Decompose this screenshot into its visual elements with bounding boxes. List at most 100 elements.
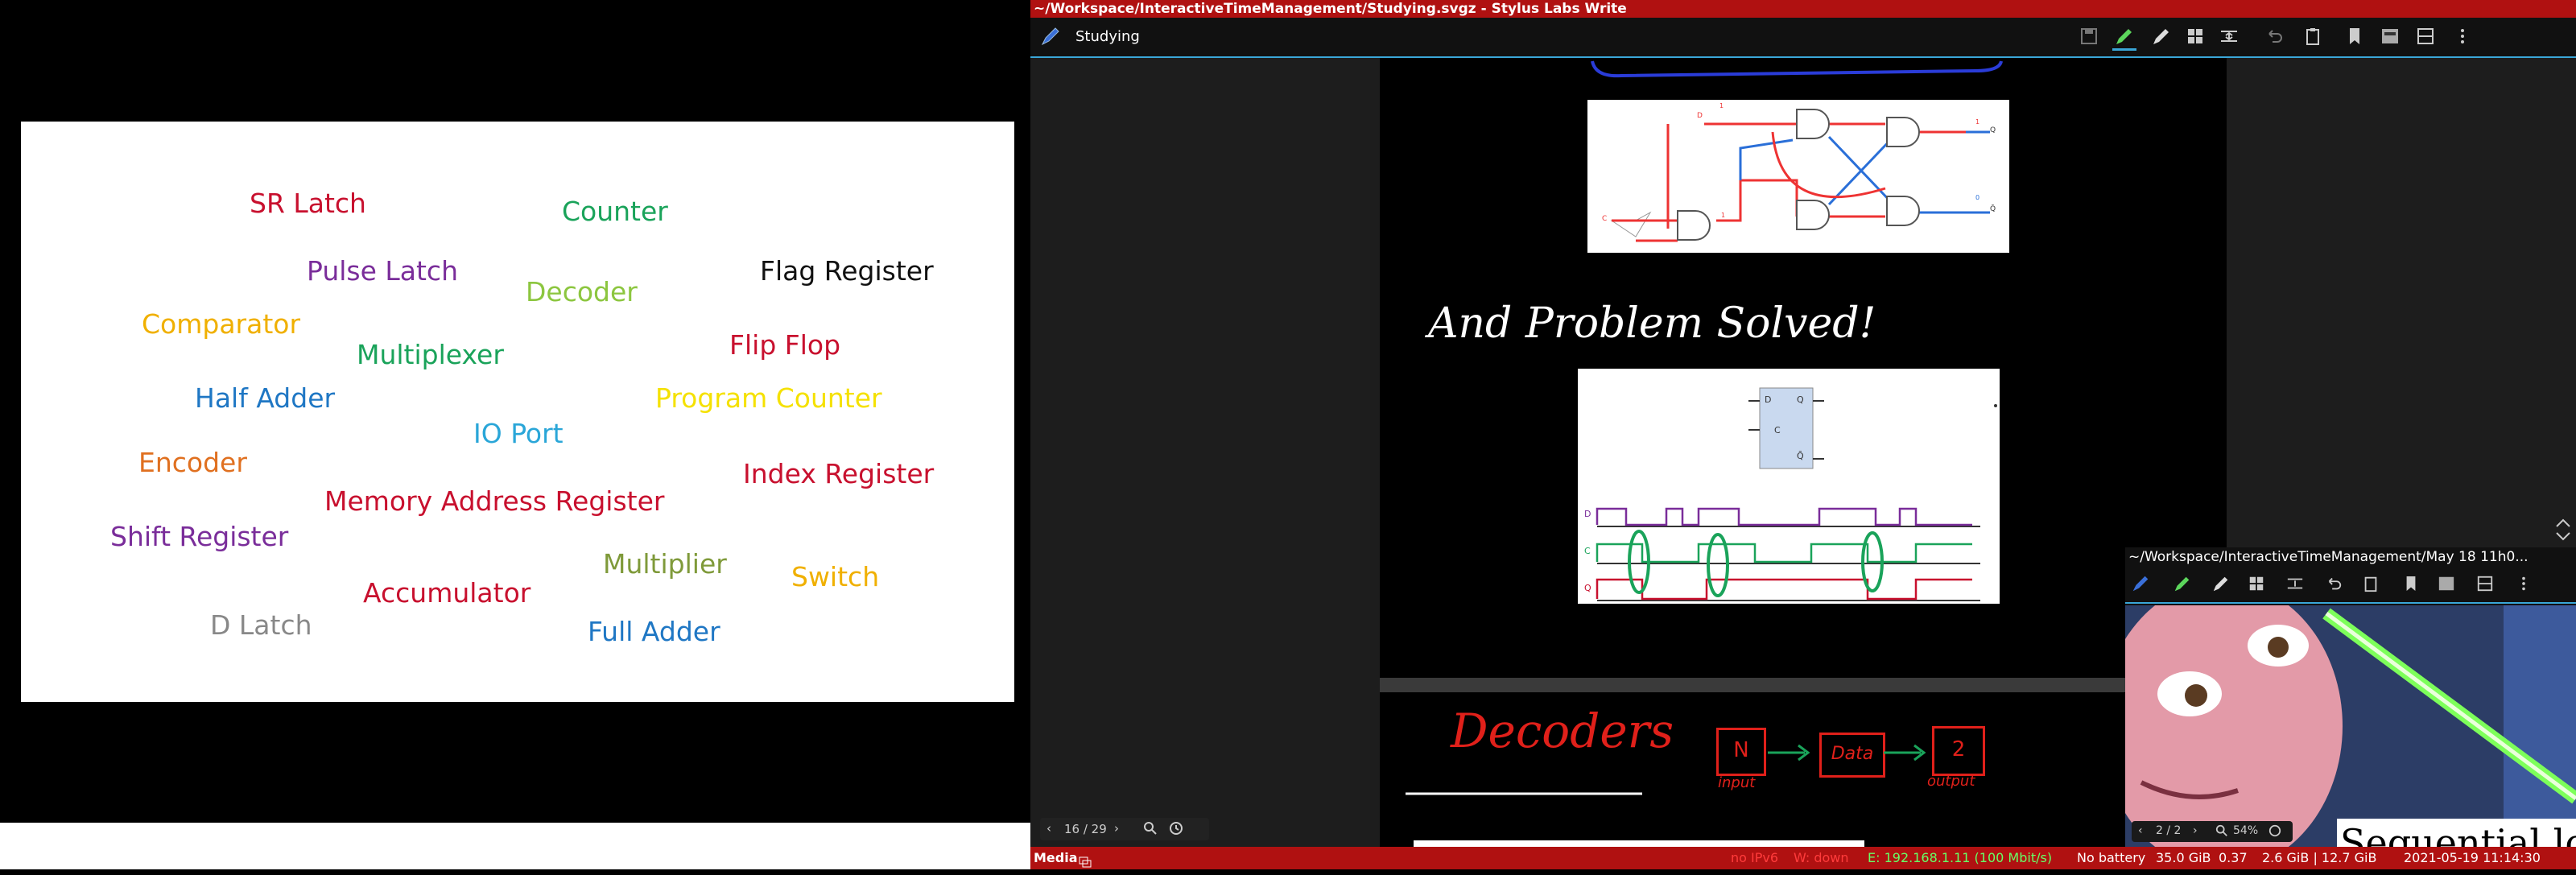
document-title: Studying xyxy=(1075,28,1140,45)
hw-label-output: output xyxy=(1927,773,1975,790)
bookmark-icon[interactable] xyxy=(2343,24,2367,48)
word-12: Index Register xyxy=(743,458,935,489)
mini-zoom-icon[interactable] xyxy=(2215,824,2228,840)
split-view-icon[interactable] xyxy=(2413,24,2438,48)
status-ethernet: E: 192.168.1.11 (100 Mbit/s) xyxy=(1868,850,2053,865)
mini-slide-image[interactable]: Sequential logic xyxy=(2125,605,2576,847)
mini-zoom-level: 54% xyxy=(2233,824,2259,837)
clock-icon[interactable] xyxy=(1169,821,1183,839)
flipflop-circuit-image: D 1 C 1 Q 1 Q̄ 0 xyxy=(1587,100,2009,253)
handwritten-decoders: Decoders xyxy=(1451,704,1674,758)
mini-select-icon[interactable] xyxy=(2244,572,2268,596)
page-counter: 16 / 29 xyxy=(1064,822,1107,836)
word-15: Multiplier xyxy=(603,548,727,580)
insert-space-icon[interactable] xyxy=(2217,24,2241,48)
status-wifi: W: down xyxy=(1794,850,1849,865)
hw-label-input: input xyxy=(1718,774,1756,791)
status-datetime: 2021-05-19 11:14:30 xyxy=(2404,850,2541,865)
row-label-c: C xyxy=(1584,546,1591,556)
mini-menu-pen-icon[interactable] xyxy=(2128,572,2153,596)
block-label-q: Q xyxy=(1797,394,1804,405)
word-16: Switch xyxy=(791,561,880,592)
circuit-val-qbar: 0 xyxy=(1975,194,1979,201)
status-media[interactable]: Media xyxy=(1034,847,1078,869)
mini-window-title: ~/Workspace/InteractiveTimeManagement/Ma… xyxy=(2125,547,2576,567)
mini-undo-icon[interactable] xyxy=(2322,572,2346,596)
page-separator xyxy=(1380,678,2227,692)
circuit-label-d: D xyxy=(1697,112,1703,120)
circuit-label-q: Q xyxy=(1990,126,1996,134)
notebook-page-16[interactable]: D 1 C 1 Q 1 Q̄ 0 And Problem Solved! D Q… xyxy=(1380,58,2227,678)
block-label-qbar: Q̄ xyxy=(1797,451,1804,461)
mini-overflow-icon[interactable] xyxy=(2512,572,2536,596)
save-icon[interactable] xyxy=(2077,24,2101,48)
mini-page-navigator: ‹ 2 / 2 › 54% xyxy=(2132,821,2293,842)
word-19: Full Adder xyxy=(588,616,720,647)
circuit-label-qbar: Q̄ xyxy=(1990,204,1996,213)
pen-tool-icon[interactable] xyxy=(2112,24,2136,51)
prev-page-icon[interactable]: ‹ xyxy=(1046,821,1051,836)
overflow-menu-icon[interactable] xyxy=(2450,24,2475,48)
status-load: 0.37 xyxy=(2219,850,2248,865)
mini-highlighter-icon[interactable] xyxy=(2209,572,2233,596)
status-ipv6: no IPv6 xyxy=(1731,850,1779,865)
word-13: Memory Address Register xyxy=(324,485,665,517)
word-4: Flag Register xyxy=(760,255,934,287)
circuit-val-q: 1 xyxy=(1975,118,1979,126)
word-5: Comparator xyxy=(142,308,301,340)
word-1: Counter xyxy=(562,196,668,227)
circuit-label-c: C xyxy=(1602,215,1607,223)
select-grid-icon[interactable] xyxy=(2183,24,2207,48)
hw-arrow-1 xyxy=(1768,744,1810,761)
mini-pen-tool-icon[interactable] xyxy=(2170,572,2194,596)
mini-next-icon[interactable]: › xyxy=(2193,824,2198,837)
word-2: Pulse Latch xyxy=(307,255,458,287)
status-battery: No battery xyxy=(2077,850,2146,865)
hw-box-input: N xyxy=(1716,728,1766,776)
word-11: Encoder xyxy=(138,447,247,478)
timing-diagram-image: D Q C Q̄ D C Q xyxy=(1578,369,2000,604)
undo-icon[interactable] xyxy=(2262,24,2286,48)
presentation-pane: SR Latch Counter Pulse Latch Decoder Fla… xyxy=(0,0,1030,823)
mini-bookmark-icon[interactable] xyxy=(2399,572,2423,596)
word-8: Half Adder xyxy=(195,382,336,414)
handwritten-heading: And Problem Solved! xyxy=(1428,299,1876,348)
hw-box-data: Data xyxy=(1819,733,1885,778)
page-layout-icon[interactable] xyxy=(2378,24,2402,48)
previous-ink-stroke xyxy=(1591,60,2003,78)
mini-prev-icon[interactable]: ‹ xyxy=(2138,824,2143,837)
page-navigator: ‹ 16 / 29 › xyxy=(1040,818,1209,840)
word-3: Decoder xyxy=(526,276,638,307)
menu-pen-icon[interactable] xyxy=(1038,24,1063,48)
underline-stroke xyxy=(1406,792,1642,795)
mini-insert-space-icon[interactable] xyxy=(2283,572,2307,596)
mini-page-layout-icon[interactable] xyxy=(2434,572,2458,596)
word-6: Multiplexer xyxy=(357,339,504,370)
circuit-val-d: 1 xyxy=(1719,102,1724,109)
block-label-d: D xyxy=(1765,394,1771,405)
circuit-val-c: 1 xyxy=(1721,212,1725,219)
word-14: Shift Register xyxy=(110,521,289,552)
clipboard-icon[interactable] xyxy=(2301,24,2325,48)
search-icon[interactable] xyxy=(1143,821,1158,839)
row-label-d: D xyxy=(1584,509,1591,519)
highlighter-icon[interactable] xyxy=(2149,24,2174,48)
mini-clock-icon[interactable] xyxy=(2268,824,2281,840)
mini-write-window: ~/Workspace/InteractiveTimeManagement/Ma… xyxy=(2125,547,2576,847)
row-label-q: Q xyxy=(1584,583,1591,593)
mini-clipboard-icon[interactable] xyxy=(2359,572,2383,596)
hw-arrow-2 xyxy=(1884,744,1926,761)
word-0: SR Latch xyxy=(250,188,366,219)
cartoon-character-image xyxy=(2125,605,2576,847)
hw-box-output: 2 xyxy=(1932,726,1985,776)
status-memory: 2.6 GiB | 12.7 GiB xyxy=(2262,850,2377,865)
scroll-updown-icon[interactable] xyxy=(2553,515,2573,544)
next-page-icon[interactable]: › xyxy=(1114,821,1119,836)
window-titlebar: ~/Workspace/InteractiveTimeManagement/St… xyxy=(1030,0,2576,18)
word-cloud-slide: SR Latch Counter Pulse Latch Decoder Fla… xyxy=(21,122,1014,702)
word-7: Flip Flop xyxy=(729,329,841,361)
word-17: Accumulator xyxy=(363,577,531,609)
bottom-strip xyxy=(0,823,1030,869)
mini-split-view-icon[interactable] xyxy=(2473,572,2497,596)
notebook-page-17[interactable]: Decoders N input Data 2 output xyxy=(1380,692,2227,847)
